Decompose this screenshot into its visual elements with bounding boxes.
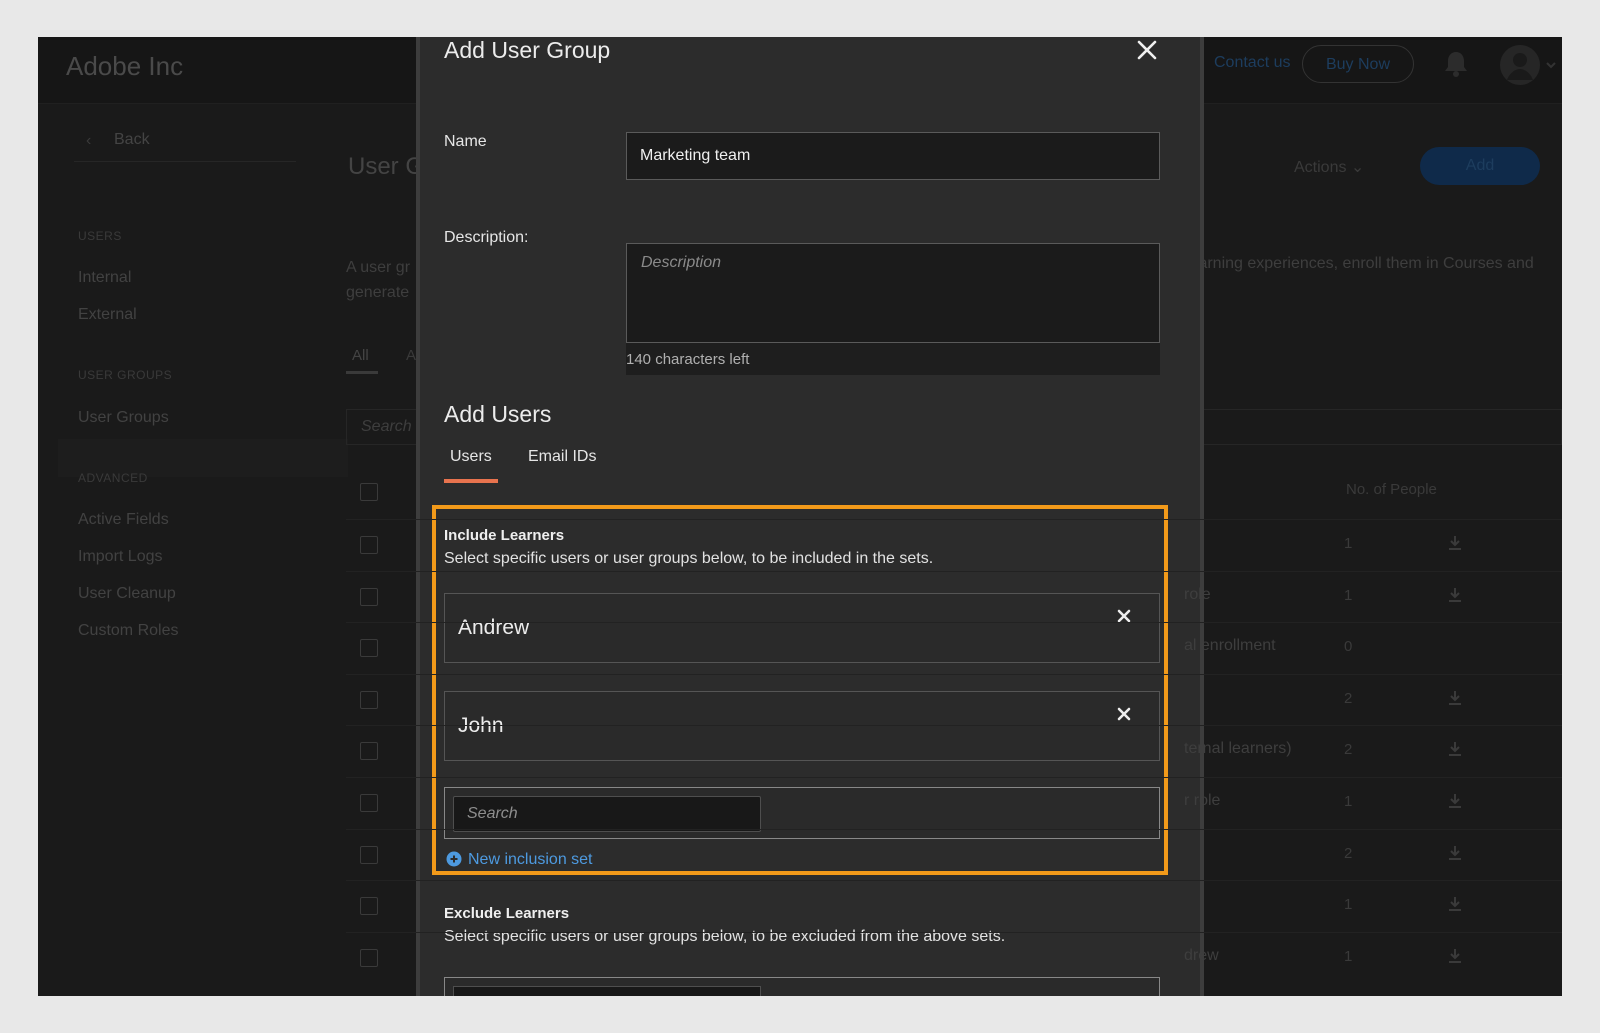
app-screen: Adobe Inc Contact us Buy Now ‹ Back USER…	[38, 37, 1562, 996]
exclude-search-container	[444, 977, 1160, 996]
sidebar-item-import-logs[interactable]: Import Logs	[78, 548, 162, 566]
download-icon[interactable]	[1446, 534, 1464, 552]
column-header-people: No. of People	[1346, 481, 1437, 498]
sidebar-section-users: USERS	[78, 229, 122, 243]
table-row-name: drew	[1184, 946, 1219, 964]
exclude-search-input[interactable]	[453, 986, 761, 996]
add-button[interactable]: Add	[1420, 147, 1540, 185]
table-row-count: 2	[1344, 741, 1353, 759]
sidebar-item-internal[interactable]: Internal	[78, 269, 131, 287]
download-icon[interactable]	[1446, 895, 1464, 913]
row-checkbox[interactable]	[360, 794, 378, 812]
sidebar-item-user-cleanup[interactable]: User Cleanup	[78, 585, 176, 603]
table-row-divider	[346, 931, 1562, 933]
table-row-divider	[346, 570, 1562, 572]
table-row-count: 1	[1344, 535, 1353, 552]
name-field[interactable]	[626, 132, 1160, 180]
row-checkbox[interactable]	[360, 587, 378, 606]
new-inclusion-set-link[interactable]: New inclusion set	[446, 851, 593, 869]
select-all-checkbox[interactable]	[360, 483, 378, 501]
page-description: A user gr generate	[346, 259, 411, 301]
tab-a[interactable]: A	[406, 347, 416, 364]
table-row-name: r role	[1184, 792, 1221, 809]
table-row-count: 0	[1344, 638, 1353, 656]
row-checkbox[interactable]	[360, 845, 378, 864]
tab-all-underline	[346, 371, 378, 374]
description-label: Description:	[444, 229, 529, 246]
table-row-divider	[346, 880, 1562, 882]
download-icon[interactable]	[1446, 947, 1464, 965]
learner-search-input[interactable]	[453, 796, 761, 832]
download-icon[interactable]	[1446, 689, 1464, 707]
chevron-down-icon: ⌄	[1350, 159, 1365, 176]
download-icon[interactable]	[1446, 792, 1464, 810]
characters-left-counter: 140 characters left	[626, 343, 1160, 375]
page-title: User G	[348, 153, 425, 180]
row-checkbox[interactable]	[360, 948, 378, 967]
sidebar-section-user-groups: USER GROUPS	[78, 368, 173, 382]
table-row-name: ternal learners)	[1184, 740, 1292, 758]
selected-learner-name: Andrew	[458, 616, 530, 639]
table-row-count: 1	[1344, 586, 1353, 604]
table-row-divider	[346, 622, 1562, 624]
download-icon[interactable]	[1446, 740, 1464, 758]
sidebar-item-custom-roles[interactable]: Custom Roles	[78, 622, 178, 640]
tab-email-ids[interactable]: Email IDs	[528, 448, 596, 466]
download-icon[interactable]	[1446, 586, 1464, 604]
close-icon[interactable]	[1136, 39, 1158, 61]
avatar[interactable]	[1498, 43, 1558, 87]
table-row-divider	[346, 725, 1562, 727]
tab-users[interactable]: Users	[450, 448, 492, 466]
sidebar-item-user-groups[interactable]: User Groups	[78, 409, 169, 427]
table-row-count: 1	[1344, 793, 1353, 810]
table-row-divider	[346, 673, 1562, 675]
row-checkbox[interactable]	[360, 742, 378, 761]
row-checkbox[interactable]	[360, 536, 378, 554]
active-tab-indicator	[444, 479, 498, 483]
sidebar-item-active-fields[interactable]: Active Fields	[78, 511, 169, 529]
sidebar-item-external[interactable]: External	[78, 306, 137, 324]
table-row-name: al enrollment	[1184, 637, 1276, 655]
selected-learner-chip: Andrew	[444, 593, 1160, 663]
row-checkbox[interactable]	[360, 639, 378, 658]
table-row-count: 2	[1344, 844, 1353, 862]
download-icon[interactable]	[1446, 844, 1464, 862]
table-row-divider	[346, 828, 1562, 830]
exclude-learners-title: Exclude Learners	[444, 905, 570, 922]
remove-icon[interactable]	[1115, 705, 1133, 723]
description-field[interactable]	[626, 243, 1160, 343]
table-row-divider	[346, 777, 1562, 778]
row-checkbox[interactable]	[360, 897, 378, 916]
add-users-heading: Add Users	[444, 401, 552, 427]
learner-search-container	[444, 787, 1160, 839]
modal-title: Add User Group	[444, 37, 611, 63]
table-row-count: 2	[1344, 689, 1353, 707]
table-row-count: 1	[1344, 896, 1353, 914]
include-learners-description: Select specific users or user groups bel…	[444, 550, 934, 567]
back-link[interactable]: ‹ Back	[74, 123, 296, 162]
add-user-group-modal: Add User Group Name Description: 140 cha…	[416, 37, 1204, 996]
plus-circle-icon	[446, 851, 462, 867]
bell-icon[interactable]	[1442, 49, 1470, 79]
table-row-name: role	[1184, 585, 1211, 603]
exclude-learners-description: Select specific users or user groups bel…	[444, 928, 1006, 945]
row-checkbox[interactable]	[360, 690, 378, 709]
page-description-right: learning experiences, enroll them in Cou…	[1186, 255, 1534, 272]
contact-us-link[interactable]: Contact us	[1214, 54, 1290, 72]
buy-now-button[interactable]: Buy Now	[1302, 45, 1414, 83]
sidebar-section-advanced: ADVANCED	[78, 471, 148, 485]
table-row-count: 1	[1344, 947, 1353, 965]
table-row-divider	[346, 519, 1562, 520]
include-learners-title: Include Learners	[444, 527, 565, 544]
name-label: Name	[444, 133, 487, 150]
chevron-left-icon: ‹	[86, 132, 92, 149]
actions-dropdown[interactable]: Actions ⌄	[1294, 157, 1364, 177]
tab-all[interactable]: All	[352, 347, 369, 364]
org-title: Adobe Inc	[66, 51, 184, 81]
